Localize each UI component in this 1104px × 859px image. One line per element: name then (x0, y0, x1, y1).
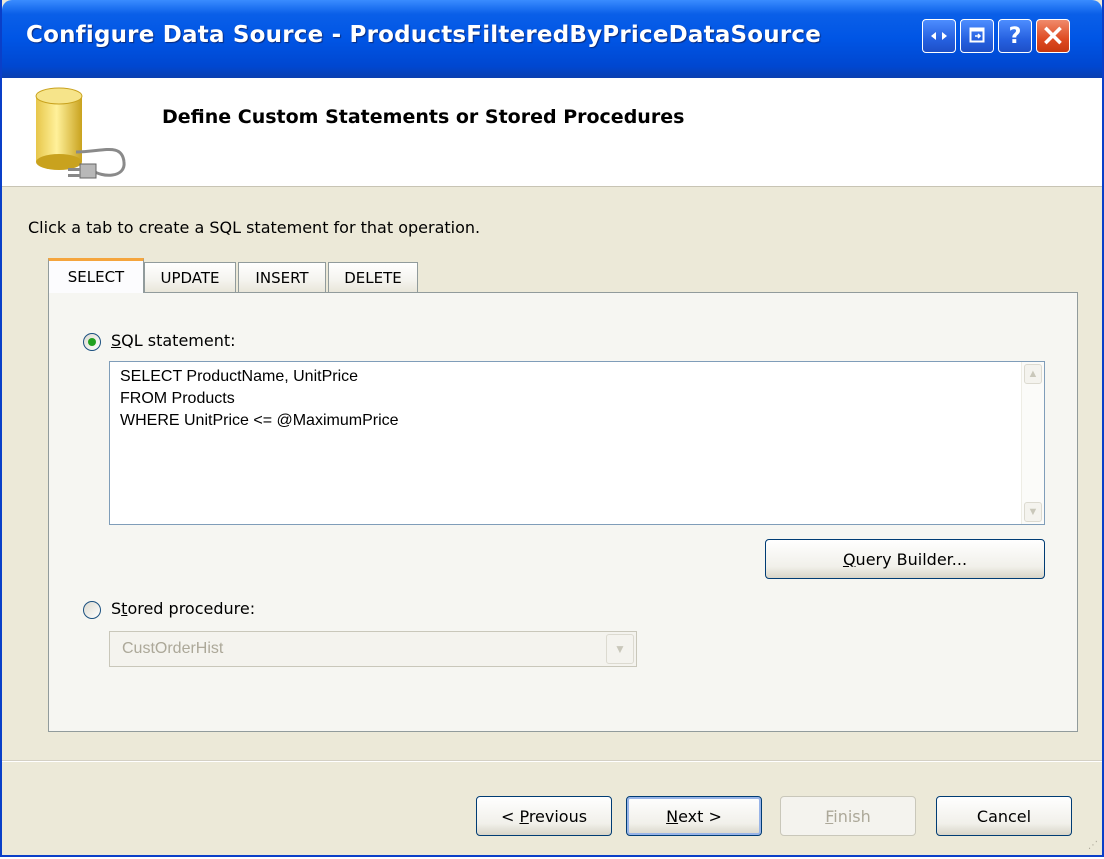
sql-statement-label-text: QL statement: (121, 331, 236, 350)
dropdown-button[interactable]: ▼ (606, 634, 634, 664)
sql-statement-textarea[interactable]: SELECT ProductName, UnitPrice FROM Produ… (109, 361, 1045, 525)
maximize-icon (969, 24, 985, 49)
scroll-up-button[interactable]: ▲ (1024, 364, 1042, 384)
vertical-scrollbar[interactable]: ▲ ▼ (1021, 362, 1044, 524)
finish-label: Finish (825, 807, 871, 826)
title-bar[interactable]: Configure Data Source - ProductsFiltered… (2, 0, 1102, 78)
previous-button[interactable]: < Previous (476, 796, 612, 836)
help-button[interactable]: ? (998, 19, 1032, 53)
query-builder-mnemonic: Q (842, 549, 856, 569)
stored-procedure-label[interactable]: Stored procedure: (111, 599, 255, 618)
tab-delete-label: DELETE (344, 268, 402, 287)
stored-procedure-value: CustOrderHist (122, 640, 224, 657)
database-plug-icon (32, 82, 152, 190)
restore-icon (930, 30, 948, 42)
footer-divider (2, 760, 1102, 762)
previous-label-text: revious (528, 806, 588, 826)
chevron-down-icon: ▼ (1027, 506, 1039, 518)
query-builder-label-text: uery Builder... (855, 549, 968, 569)
sql-statement-mnemonic: S (111, 331, 122, 350)
sql-text: SELECT ProductName, UnitPrice FROM Produ… (120, 366, 399, 432)
next-button[interactable]: Next > (626, 796, 762, 836)
stored-procedure-radio[interactable] (83, 601, 101, 619)
cancel-label: Cancel (976, 806, 1032, 826)
maximize-button[interactable] (960, 19, 994, 53)
stored-procedure-label-prefix: S (111, 599, 122, 618)
restore-button[interactable] (922, 19, 956, 53)
scroll-down-button[interactable]: ▼ (1024, 502, 1042, 522)
window-title: Configure Data Source - ProductsFiltered… (26, 22, 822, 48)
tab-update-label: UPDATE (160, 268, 220, 287)
select-tab-panel: SQL statement: SELECT ProductName, UnitP… (48, 292, 1078, 732)
radio-selected-dot (88, 338, 96, 346)
sql-line: WHERE UnitPrice <= @MaximumPrice (120, 412, 399, 429)
cancel-button[interactable]: Cancel (936, 796, 1072, 836)
sql-line: FROM Products (120, 390, 235, 407)
configure-data-source-dialog: Configure Data Source - ProductsFiltered… (0, 0, 1104, 857)
tab-delete[interactable]: DELETE (328, 262, 418, 292)
finish-label-text: inish (833, 806, 871, 826)
query-builder-button[interactable]: Query Builder... (765, 539, 1045, 579)
stored-procedure-label-text: ored procedure: (127, 599, 256, 618)
next-label: Next > (666, 807, 722, 826)
next-mnemonic: N (666, 806, 679, 826)
help-icon: ? (1008, 23, 1022, 49)
tab-select[interactable]: SELECT (48, 258, 144, 293)
tab-select-label: SELECT (67, 268, 125, 286)
sql-statement-label[interactable]: SQL statement: (111, 331, 236, 350)
query-builder-label: Query Builder... (843, 550, 967, 569)
tab-update[interactable]: UPDATE (144, 262, 236, 292)
stored-procedure-select[interactable]: CustOrderHist ▼ (109, 631, 637, 667)
tab-insert[interactable]: INSERT (238, 262, 326, 292)
sql-line: SELECT ProductName, UnitPrice (120, 368, 359, 385)
resize-grip-icon[interactable]: ⋰ (1088, 840, 1098, 851)
previous-mnemonic: P (519, 806, 529, 826)
wizard-step-title: Define Custom Statements or Stored Proce… (162, 106, 685, 128)
close-button[interactable]: × (1036, 19, 1070, 53)
chevron-up-icon: ▲ (1027, 368, 1039, 380)
close-icon: × (1040, 18, 1066, 53)
finish-button[interactable]: Finish (780, 796, 916, 836)
next-label-text: ext > (678, 806, 722, 826)
instruction-text: Click a tab to create a SQL statement fo… (28, 218, 481, 237)
previous-label: < Previous (501, 807, 587, 826)
tab-insert-label: INSERT (255, 268, 309, 287)
previous-label-prefix: < (500, 806, 520, 826)
wizard-header: Define Custom Statements or Stored Proce… (2, 78, 1102, 187)
chevron-down-icon: ▼ (614, 642, 626, 656)
sql-statement-radio[interactable] (83, 333, 101, 351)
